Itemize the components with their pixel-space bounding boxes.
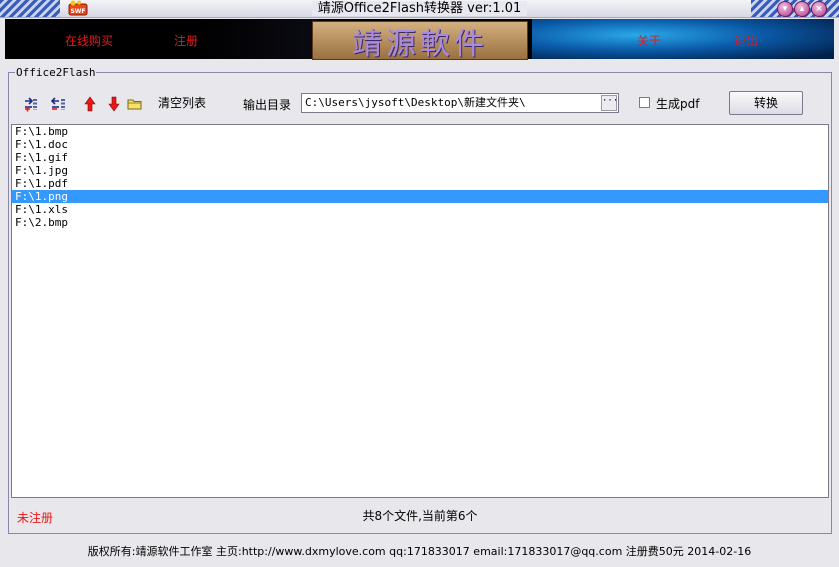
close-icon: × <box>815 4 823 14</box>
file-count-status: 共8个文件,当前第6个 <box>362 509 478 523</box>
ellipsis-icon: ··· <box>602 96 619 106</box>
title-bar[interactable]: SWF 靖源Office2Flash转换器 ver:1.01 ▾ ▴ × <box>0 0 839 18</box>
copyright-footer: 版权所有:靖源软件工作室 主页:http://www.dxmylove.com … <box>87 545 752 558</box>
file-list-item[interactable]: F:\1.png <box>12 190 828 203</box>
maximize-button[interactable]: ▴ <box>794 1 810 17</box>
banner-right-background <box>532 19 834 59</box>
open-folder-icon[interactable] <box>127 96 143 112</box>
remove-files-icon[interactable] <box>51 96 67 112</box>
move-down-icon[interactable] <box>106 96 122 112</box>
maximize-icon: ▴ <box>799 4 805 14</box>
logo-text: 靖源軟件 <box>352 26 488 62</box>
output-dir-value: C:\Users\jysoft\Desktop\新建文件夹\ <box>305 96 526 109</box>
banner-left-background <box>5 19 317 59</box>
header-banner: 在线购买 注册 靖源軟件 关于 退出 <box>5 19 834 62</box>
browse-button[interactable]: ··· <box>601 95 619 111</box>
close-button[interactable]: × <box>811 1 827 17</box>
minimize-icon: ▾ <box>782 4 788 14</box>
file-list-item[interactable]: F:\1.doc <box>12 138 828 151</box>
group-title: Office2Flash <box>15 66 97 79</box>
generate-pdf-label[interactable]: 生成pdf <box>656 95 699 112</box>
company-logo: 靖源軟件 <box>312 21 528 62</box>
minimize-button[interactable]: ▾ <box>777 1 793 17</box>
window-title: 靖源Office2Flash转换器 ver:1.01 <box>311 1 528 16</box>
output-dir-field[interactable]: C:\Users\jysoft\Desktop\新建文件夹\ ··· <box>301 93 619 113</box>
file-list-item[interactable]: F:\1.xls <box>12 203 828 216</box>
convert-button[interactable]: 转换 <box>729 91 803 115</box>
add-files-icon[interactable] <box>24 96 40 112</box>
file-list-item[interactable]: F:\1.jpg <box>12 164 828 177</box>
output-dir-label: 输出目录 <box>243 98 292 112</box>
file-list-item[interactable]: F:\2.bmp <box>12 216 828 229</box>
clear-list-button[interactable]: 清空列表 <box>158 94 206 111</box>
buy-online-link[interactable]: 在线购买 <box>65 32 113 49</box>
file-list[interactable]: F:\1.bmp F:\1.doc F:\1.gif F:\1.jpg F:\1.pdf… <box>11 124 829 498</box>
move-up-icon[interactable] <box>82 96 98 112</box>
register-link[interactable]: 注册 <box>174 32 198 49</box>
file-list-item[interactable]: F:\1.bmp <box>12 125 828 138</box>
office2flash-group: Office2Flash 清空列表 输出目录 C:\Users\jysoft\D… <box>8 66 832 534</box>
about-link[interactable]: 关于 <box>637 32 661 49</box>
file-list-item[interactable]: F:\1.pdf <box>12 177 828 190</box>
file-list-item[interactable]: F:\1.gif <box>12 151 828 164</box>
exit-link[interactable]: 退出 <box>734 32 758 49</box>
generate-pdf-checkbox[interactable] <box>639 97 650 108</box>
